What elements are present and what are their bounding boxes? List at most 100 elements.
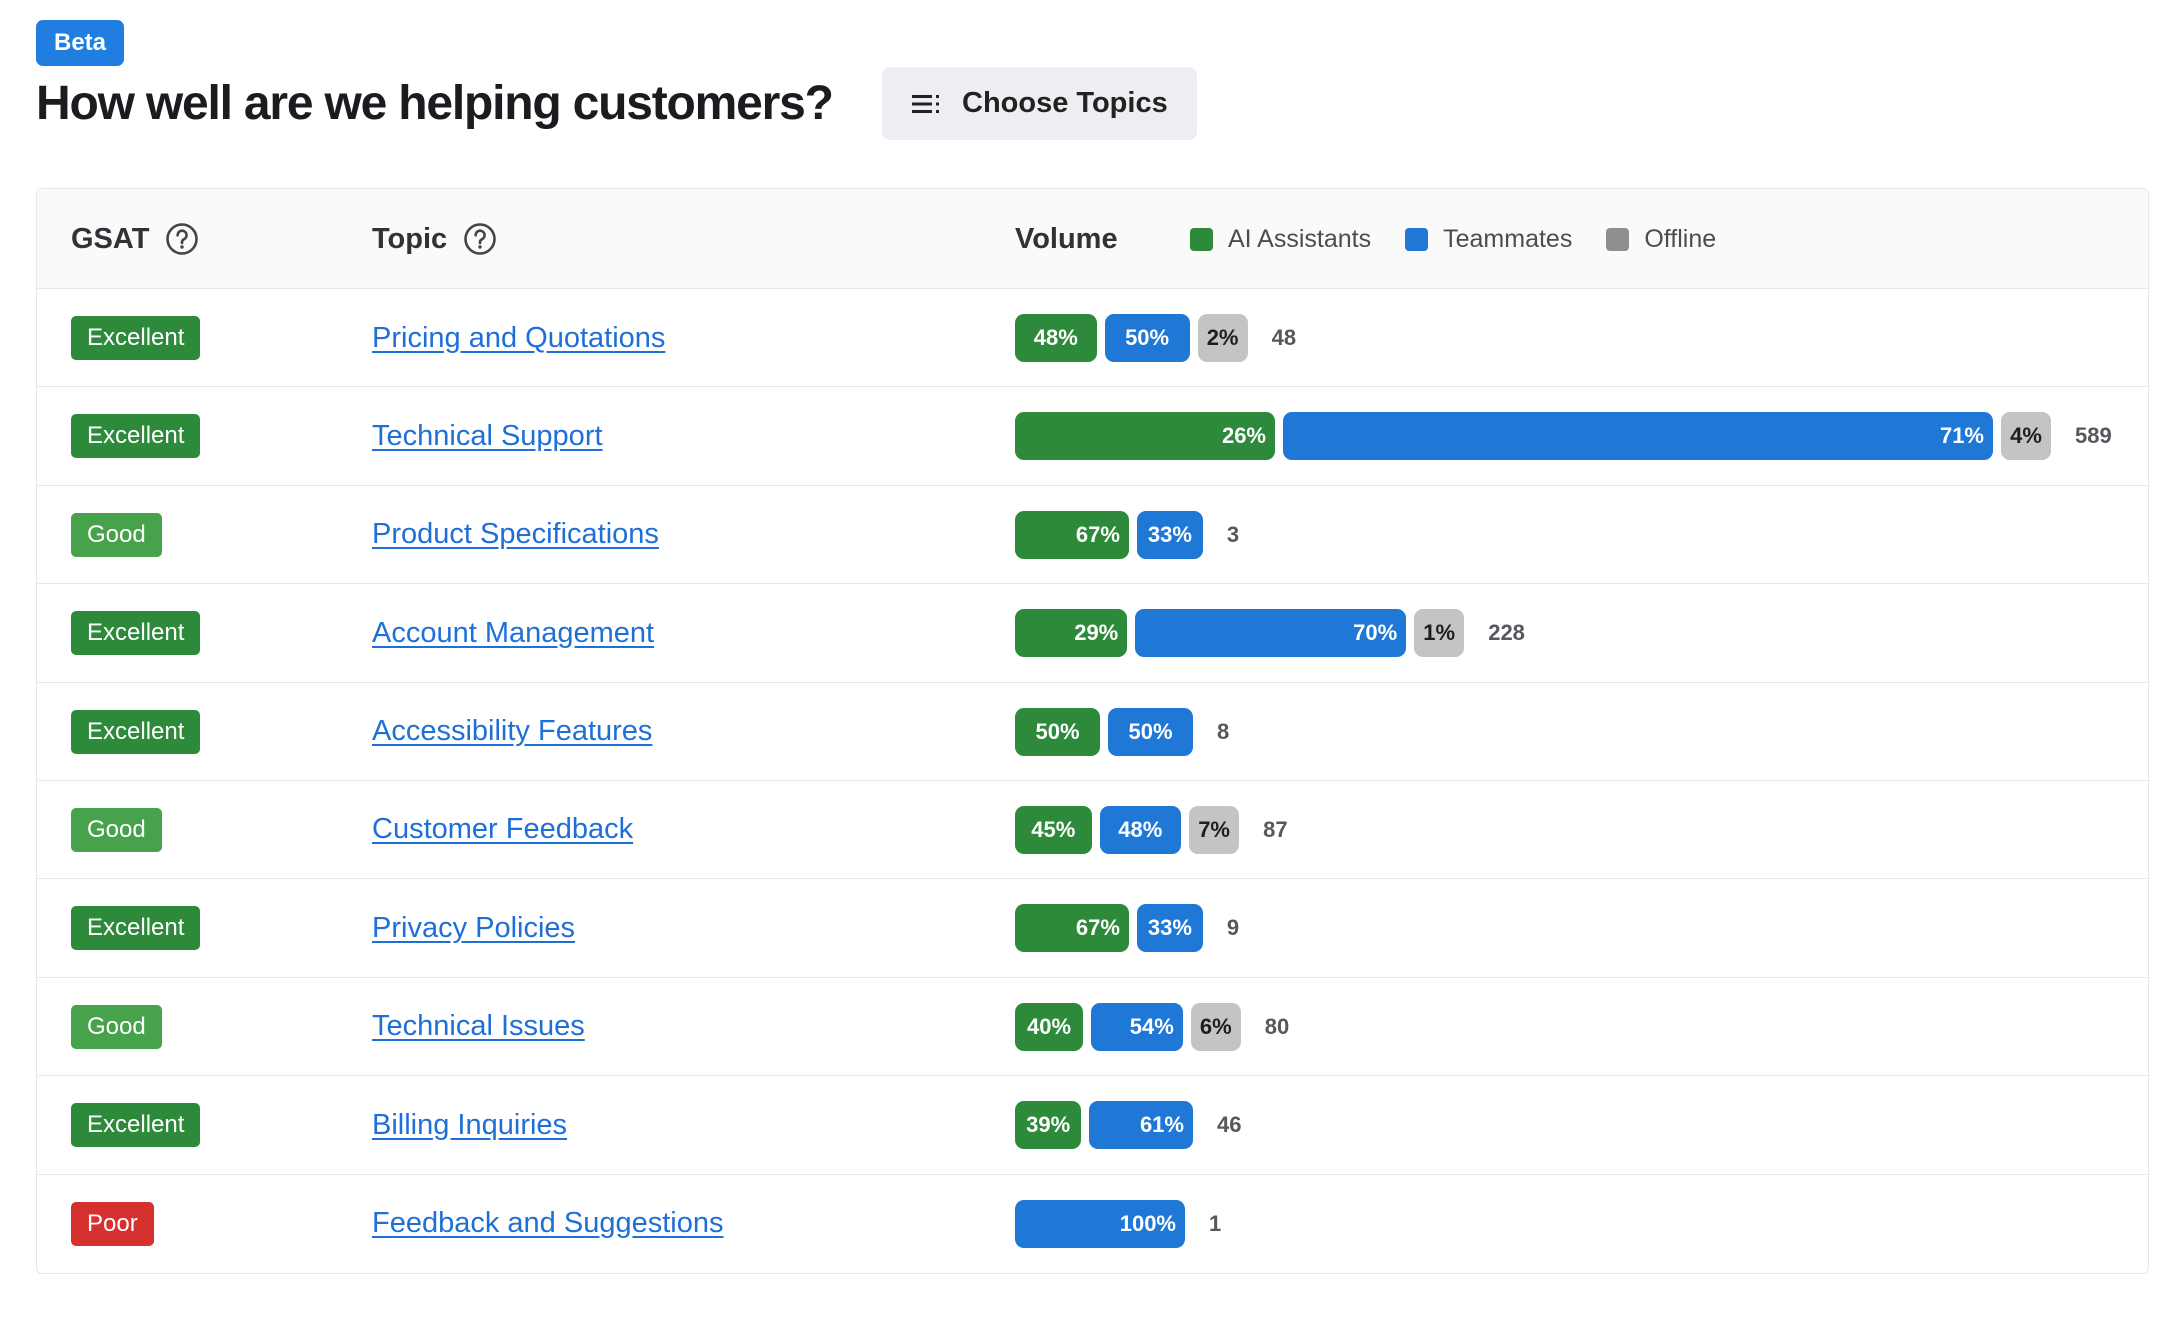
table-row: Excellent Technical Support 26% 71% 4% 589 xyxy=(37,387,2148,486)
legend-teammates: Teammates xyxy=(1405,225,1572,254)
volume-segment-ai-assistants: 67% xyxy=(1015,510,1129,559)
volume-segment-offline: 1% xyxy=(1414,609,1465,658)
column-volume-label: Volume xyxy=(1015,222,1118,255)
legend-label: AI Assistants xyxy=(1228,224,1372,253)
volume-segment-offline: 6% xyxy=(1190,1002,1241,1051)
volume-segment-teammates: 100% xyxy=(1015,1199,1185,1248)
page-title: How well are we helping customers? xyxy=(36,77,834,130)
gsat-badge: Excellent xyxy=(71,906,201,951)
gsat-badge: Excellent xyxy=(71,316,201,360)
volume-segment-offline: 2% xyxy=(1197,314,1248,362)
gsat-badge: Poor xyxy=(71,1201,154,1246)
table-row: Excellent Billing Inquiries 39% 61% 46 xyxy=(37,1076,2148,1175)
gsat-badge: Excellent xyxy=(71,709,201,754)
table-row: Excellent Privacy Policies 67% 33% 9 xyxy=(37,879,2148,978)
volume-segment-teammates: 61% xyxy=(1089,1101,1193,1150)
gsat-badge: Excellent xyxy=(71,1103,201,1148)
volume-bar: 67% 33% 9 xyxy=(1015,904,1240,953)
column-gsat: GSAT xyxy=(71,189,199,289)
table-row: Excellent Accessibility Features 50% 50% 8 xyxy=(37,683,2148,781)
help-circle-icon[interactable] xyxy=(165,222,199,256)
gsat-badge: Good xyxy=(71,807,162,852)
topic-link[interactable]: Feedback and Suggestions xyxy=(372,1175,723,1273)
volume-count: 3 xyxy=(1226,521,1240,547)
volume-segment-ai-assistants: 40% xyxy=(1015,1002,1083,1051)
table-row: Excellent Account Management 29% 70% 1% 228 xyxy=(37,584,2148,683)
legend-swatch xyxy=(1606,227,1630,251)
volume-segment-teammates: 50% xyxy=(1108,707,1193,756)
table-body: Excellent Pricing and Quotations 48% 50% 2% 4… xyxy=(37,289,2148,1273)
volume-bar: 50% 50% 8 xyxy=(1015,707,1230,756)
legend-swatch xyxy=(1405,227,1429,251)
volume-bar: 67% 33% 3 xyxy=(1015,510,1240,559)
volume-bar: 45% 48% 7% 87 xyxy=(1015,805,1288,854)
volume-count: 48 xyxy=(1271,325,1297,350)
list-filter-icon xyxy=(912,94,939,113)
topic-link[interactable]: Customer Feedback xyxy=(372,781,633,879)
volume-count: 1 xyxy=(1209,1210,1222,1236)
volume-bar: 40% 54% 6% 80 xyxy=(1015,1002,1290,1051)
volume-segment-teammates: 33% xyxy=(1136,510,1203,559)
volume-segment-ai-assistants: 67% xyxy=(1015,904,1129,953)
beta-badge: Beta xyxy=(36,20,125,66)
table-row: Poor Feedback and Suggestions 100% 1 xyxy=(37,1175,2148,1273)
topics-table: GSAT Topic Volume AI Assistants Teammate… xyxy=(36,188,2149,1274)
column-volume: Volume xyxy=(1015,189,1118,289)
help-circle-icon[interactable] xyxy=(463,222,497,256)
legend-label: Teammates xyxy=(1443,224,1573,253)
volume-segment-offline: 4% xyxy=(2001,412,2051,461)
table-row: Good Customer Feedback 45% 48% 7% 87 xyxy=(37,781,2148,880)
volume-segment-ai-assistants: 45% xyxy=(1015,805,1092,854)
topic-link[interactable]: Privacy Policies xyxy=(372,879,575,977)
volume-segment-teammates: 71% xyxy=(1283,412,1993,461)
volume-segment-teammates: 70% xyxy=(1135,609,1407,658)
volume-segment-teammates: 33% xyxy=(1136,904,1203,953)
column-topic-label: Topic xyxy=(372,222,448,255)
topic-link[interactable]: Accessibility Features xyxy=(372,683,652,781)
topic-link[interactable]: Product Specifications xyxy=(372,486,659,584)
volume-segment-ai-assistants: 39% xyxy=(1015,1101,1082,1150)
volume-segment-teammates: 54% xyxy=(1091,1002,1183,1051)
table-row: Good Product Specifications 67% 33% 3 xyxy=(37,486,2148,585)
volume-bar: 26% 71% 4% 589 xyxy=(1015,412,2112,461)
volume-bar: 29% 70% 1% 228 xyxy=(1015,609,1525,658)
table-row: Good Technical Issues 40% 54% 6% 80 xyxy=(37,978,2148,1077)
gsat-badge: Good xyxy=(71,1004,162,1049)
column-topic: Topic xyxy=(372,189,497,289)
volume-bar: 39% 61% 46 xyxy=(1015,1101,1242,1150)
volume-segment-offline: 7% xyxy=(1189,805,1240,854)
column-gsat-label: GSAT xyxy=(71,222,150,255)
volume-legend: AI Assistants Teammates Offline xyxy=(1190,189,1716,289)
volume-segment-ai-assistants: 29% xyxy=(1015,609,1128,658)
topic-link[interactable]: Technical Issues xyxy=(372,978,585,1076)
volume-count: 9 xyxy=(1226,915,1240,941)
gsat-badge: Good xyxy=(71,512,162,557)
gsat-badge: Excellent xyxy=(71,414,201,459)
legend-label: Offline xyxy=(1644,224,1717,253)
topic-link[interactable]: Account Management xyxy=(372,584,654,682)
topic-link[interactable]: Billing Inquiries xyxy=(372,1076,567,1174)
volume-count: 87 xyxy=(1263,816,1288,842)
volume-count: 8 xyxy=(1217,718,1230,744)
volume-bar: 100% 1 xyxy=(1015,1199,1222,1248)
topic-link[interactable]: Pricing and Quotations xyxy=(372,289,665,387)
topic-link[interactable]: Technical Support xyxy=(372,387,603,485)
choose-topics-button[interactable]: Choose Topics xyxy=(882,67,1197,140)
volume-segment-ai-assistants: 26% xyxy=(1015,412,1275,461)
volume-count: 80 xyxy=(1264,1013,1290,1039)
volume-segment-ai-assistants: 48% xyxy=(1015,314,1097,362)
volume-segment-teammates: 50% xyxy=(1104,314,1190,362)
legend-swatch xyxy=(1190,227,1213,251)
volume-bar: 48% 50% 2% 48 xyxy=(1015,314,1296,362)
legend-ai-assistants: AI Assistants xyxy=(1190,225,1371,254)
volume-segment-teammates: 48% xyxy=(1099,805,1182,854)
choose-topics-label: Choose Topics xyxy=(962,87,1168,119)
table-header: GSAT Topic Volume AI Assistants Teammate… xyxy=(37,189,2148,289)
volume-count: 589 xyxy=(2075,423,2112,449)
gsat-badge: Excellent xyxy=(71,611,201,656)
volume-segment-ai-assistants: 50% xyxy=(1015,707,1100,756)
volume-count: 228 xyxy=(1488,620,1525,646)
volume-count: 46 xyxy=(1216,1112,1242,1138)
table-row: Excellent Pricing and Quotations 48% 50% 2% 4… xyxy=(37,289,2148,388)
legend-offline: Offline xyxy=(1606,225,1716,254)
